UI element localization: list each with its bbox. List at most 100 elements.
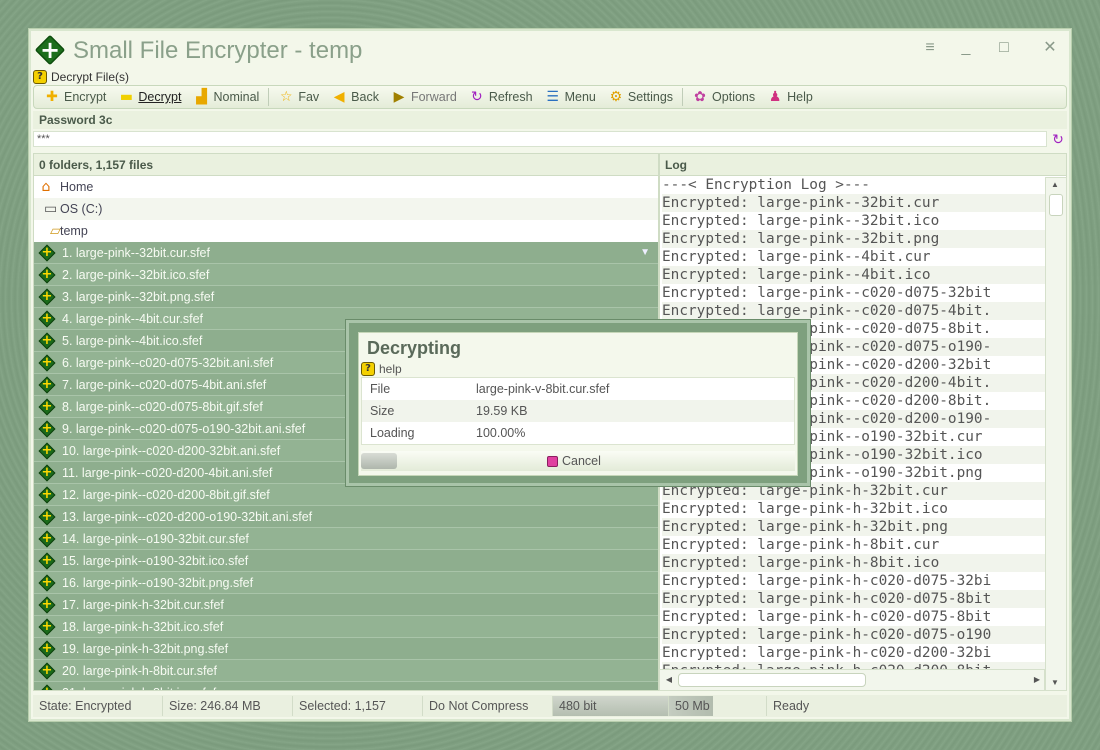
encrypted-file-icon: + bbox=[38, 640, 56, 658]
file-name: 1. large-pink--32bit.cur.sfef bbox=[62, 245, 210, 260]
file-row[interactable]: +19. large-pink-h-32bit.png.sfef bbox=[34, 638, 658, 660]
log-line: Encrypted: large-pink-h-8bit.ico bbox=[662, 554, 1066, 572]
file-name: 20. large-pink-h-8bit.cur.sfef bbox=[62, 663, 217, 678]
log-line: Encrypted: large-pink--c020-d075-32bit bbox=[662, 285, 992, 301]
title-bar: + Small File Encrypter - temp ≡ _ □ ✕ bbox=[29, 29, 1071, 71]
status-bar: State: Encrypted Size: 246.84 MB Selecte… bbox=[33, 695, 1067, 717]
plus-icon: ✚ bbox=[46, 89, 58, 105]
window-title: Small File Encrypter - temp bbox=[73, 37, 363, 64]
file-row[interactable]: +2. large-pink--32bit.ico.sfef bbox=[34, 264, 658, 286]
dialog-footer: Cancel bbox=[361, 451, 795, 471]
settings-button[interactable]: ⚙ Settings bbox=[602, 86, 679, 108]
scroll-up-icon[interactable]: ▲ bbox=[1046, 178, 1064, 192]
file-name: 17. large-pink-h-32bit.cur.sfef bbox=[62, 597, 224, 612]
star-icon: ☆ bbox=[280, 89, 293, 105]
log-line: Encrypted: large-pink--c020-d075-4bit. bbox=[662, 302, 1066, 320]
file-row[interactable]: +14. large-pink--o190-32bit.cur.sfef bbox=[34, 528, 658, 550]
decrypting-dialog: Decrypting ? help File large-pink-v-8bit… bbox=[358, 332, 798, 476]
log-line: Encrypted: large-pink--32bit.cur bbox=[662, 194, 1066, 212]
maximize-button[interactable]: □ bbox=[989, 37, 1019, 59]
fav-button[interactable]: ☆ Fav bbox=[272, 86, 325, 108]
file-row[interactable]: +17. large-pink-h-32bit.cur.sfef bbox=[34, 594, 658, 616]
encrypted-file-icon: + bbox=[38, 464, 56, 482]
nav-folder[interactable]: ▱ temp bbox=[34, 220, 658, 242]
decrypting-dialog-frame: Decrypting ? help File large-pink-v-8bit… bbox=[345, 319, 811, 487]
nominal-button[interactable]: ▟ Nominal bbox=[187, 86, 265, 108]
encrypted-file-icon: + bbox=[38, 574, 56, 592]
log-horizontal-scrollbar[interactable]: ◀ ▶ bbox=[659, 669, 1045, 691]
encrypted-file-icon: + bbox=[38, 376, 56, 394]
dialog-row-size: Size 19.59 KB bbox=[362, 400, 794, 422]
drive-icon: ▭ bbox=[44, 201, 58, 217]
mode-label: Decrypt File(s) bbox=[51, 70, 130, 84]
log-line: Encrypted: large-pink-h-c020-d075-8bit bbox=[662, 590, 1066, 608]
log-hscroll-thumb[interactable] bbox=[678, 673, 866, 687]
file-row[interactable]: +12. large-pink--c020-d200-8bit.gif.sfef bbox=[34, 484, 658, 506]
files-count-header: 0 folders, 1,157 files bbox=[34, 154, 658, 176]
log-scrollbar[interactable]: ▲ ▼ bbox=[1045, 177, 1067, 691]
forward-button[interactable]: ▶ Forward bbox=[385, 86, 463, 108]
log-line: Encrypted: large-pink-h-8bit.cur bbox=[662, 537, 940, 553]
bars-icon: ▟ bbox=[196, 89, 207, 105]
cancel-button[interactable]: Cancel bbox=[547, 454, 601, 468]
encrypted-file-icon: + bbox=[38, 332, 56, 350]
menu-icon: ☰ bbox=[546, 89, 559, 105]
close-button[interactable]: ✕ bbox=[1035, 37, 1065, 59]
encrypted-file-icon: + bbox=[38, 354, 56, 372]
scroll-down-icon[interactable]: ▼ bbox=[1046, 676, 1064, 690]
nav-home[interactable]: ⌂ Home bbox=[34, 176, 658, 198]
options-icon: ✿ bbox=[694, 89, 706, 105]
file-row[interactable]: +13. large-pink--c020-d200-o190-32bit.an… bbox=[34, 506, 658, 528]
dialog-help-link[interactable]: ? help bbox=[359, 361, 797, 377]
encrypted-file-icon: + bbox=[38, 662, 56, 680]
log-line: ---< Encryption Log >--- bbox=[662, 177, 870, 193]
menu-button[interactable]: ☰ Menu bbox=[539, 86, 602, 108]
arrow-right-icon: ▶ bbox=[393, 89, 405, 105]
encrypted-file-icon: + bbox=[38, 596, 56, 614]
decrypt-button[interactable]: ▬ Decrypt bbox=[112, 86, 187, 108]
password-refresh-icon[interactable]: ↻ bbox=[1049, 131, 1067, 149]
password-label: Password 3c bbox=[33, 111, 1067, 129]
file-row[interactable]: +21. large-pink-h-8bit.ico.sfef bbox=[34, 682, 658, 690]
file-name: 14. large-pink--o190-32bit.cur.sfef bbox=[62, 531, 249, 546]
encrypt-button[interactable]: ✚ Encrypt bbox=[38, 86, 112, 108]
window-menu-icon[interactable]: ≡ bbox=[915, 37, 945, 59]
refresh-icon: ↻ bbox=[470, 89, 483, 105]
status-bits: 480 bit bbox=[553, 696, 669, 716]
file-row[interactable]: +3. large-pink--32bit.png.sfef bbox=[34, 286, 658, 308]
password-input[interactable]: *** bbox=[33, 131, 1047, 147]
file-name: 10. large-pink--c020-d200-32bit.ani.sfef bbox=[62, 443, 281, 458]
scroll-right-icon[interactable]: ▶ bbox=[1028, 673, 1046, 687]
gear-icon: ⚙ bbox=[609, 89, 623, 105]
encrypted-file-icon: + bbox=[38, 420, 56, 438]
help-button[interactable]: ♟ Help bbox=[761, 86, 819, 108]
options-button[interactable]: ✿ Options bbox=[686, 86, 761, 108]
minimize-button[interactable]: _ bbox=[951, 37, 981, 59]
dialog-progress-bar bbox=[361, 453, 397, 469]
encrypted-file-icon: + bbox=[38, 552, 56, 570]
scroll-left-icon[interactable]: ◀ bbox=[660, 673, 678, 687]
file-name: 18. large-pink-h-32bit.ico.sfef bbox=[62, 619, 224, 634]
back-button[interactable]: ◀ Back bbox=[325, 86, 385, 108]
folder-icon: ▱ bbox=[50, 223, 61, 239]
file-name: 11. large-pink--c020-d200-4bit.ani.sfef bbox=[62, 465, 273, 480]
encrypted-file-icon: + bbox=[38, 618, 56, 636]
refresh-button[interactable]: ↻ Refresh bbox=[463, 86, 539, 108]
log-scroll-thumb[interactable] bbox=[1049, 194, 1063, 216]
encrypted-file-icon: + bbox=[38, 530, 56, 548]
log-line: Encrypted: large-pink-h-c020-d200-32bi bbox=[662, 645, 992, 661]
encrypted-file-icon: + bbox=[38, 310, 56, 328]
file-name: 4. large-pink--4bit.cur.sfef bbox=[62, 311, 204, 326]
log-line: Encrypted: large-pink--32bit.png bbox=[662, 230, 1066, 248]
file-row[interactable]: +1. large-pink--32bit.cur.sfef ▼ bbox=[34, 242, 658, 264]
file-name: 15. large-pink--o190-32bit.ico.sfef bbox=[62, 553, 249, 568]
nav-drive[interactable]: ▭ OS (C:) bbox=[34, 198, 658, 220]
file-row[interactable]: +20. large-pink-h-8bit.cur.sfef bbox=[34, 660, 658, 682]
question-icon: ? bbox=[33, 70, 47, 84]
encrypted-file-icon: + bbox=[38, 508, 56, 526]
chevron-down-icon[interactable]: ▼ bbox=[640, 247, 650, 258]
file-row[interactable]: +18. large-pink-h-32bit.ico.sfef bbox=[34, 616, 658, 638]
encrypted-file-icon: + bbox=[38, 442, 56, 460]
file-row[interactable]: +15. large-pink--o190-32bit.ico.sfef bbox=[34, 550, 658, 572]
file-row[interactable]: +16. large-pink--o190-32bit.png.sfef bbox=[34, 572, 658, 594]
